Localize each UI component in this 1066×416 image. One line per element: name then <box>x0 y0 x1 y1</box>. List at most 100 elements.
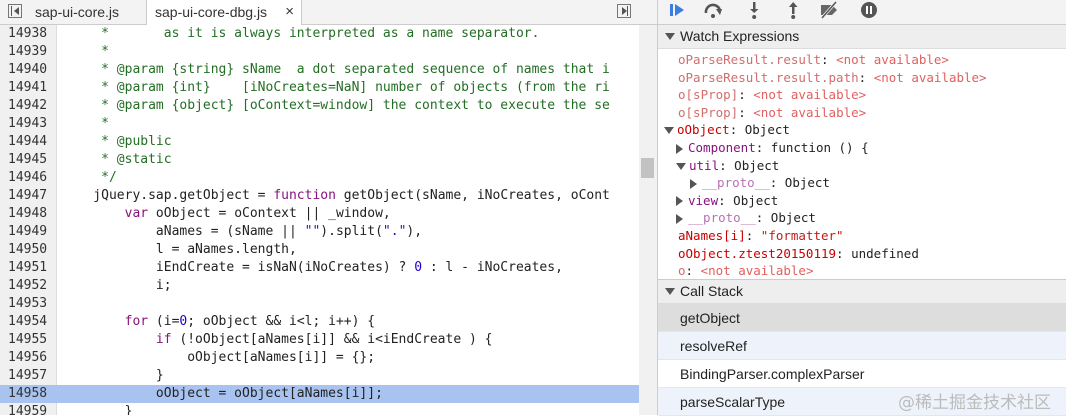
line-number[interactable]: 14941 <box>0 79 52 97</box>
watch-expression-name: __proto__ <box>688 210 756 226</box>
code-text: * @param {int} [iNoCreates=NaN] number o… <box>62 80 610 95</box>
watch-expression-row[interactable]: __proto__: Object <box>690 174 830 192</box>
code-area[interactable]: 14938 * as it is always interpreted as a… <box>0 25 657 415</box>
watch-expression-row[interactable]: o[sProp]: <not available> <box>678 104 866 122</box>
expand-triangle-icon[interactable] <box>676 196 683 207</box>
watch-expression-name: Component <box>688 140 756 155</box>
line-number[interactable]: 14951 <box>0 259 52 277</box>
code-line[interactable]: 14942 * @param {object} [oContext=window… <box>0 97 640 115</box>
code-line[interactable]: 14945 * @static <box>0 151 640 169</box>
separator: : <box>738 87 754 103</box>
separator: : <box>729 122 745 138</box>
line-number[interactable]: 14945 <box>0 151 52 169</box>
watch-expression-name: util <box>689 157 720 173</box>
code-line[interactable]: 14944 * @public <box>0 133 640 151</box>
watch-expression-value: function () { <box>770 140 869 155</box>
code-line[interactable]: 14946 */ <box>0 169 640 187</box>
pause-on-exceptions-icon[interactable] <box>858 0 880 22</box>
section-title: Watch Expressions <box>680 28 800 44</box>
toggle-debugger-icon[interactable] <box>617 4 631 18</box>
watch-expression-value: Object <box>744 122 790 138</box>
separator: : <box>718 192 734 208</box>
expand-triangle-icon[interactable] <box>690 178 697 189</box>
line-number[interactable]: 14954 <box>0 313 52 331</box>
line-number[interactable]: 14946 <box>0 169 52 187</box>
call-stack-header[interactable]: Call Stack <box>658 279 1066 304</box>
code-text: jQuery.sap.getObject = function getObjec… <box>62 188 610 203</box>
line-number[interactable]: 14956 <box>0 349 52 367</box>
line-number[interactable]: 14950 <box>0 241 52 259</box>
resume-icon[interactable] <box>666 0 688 22</box>
watch-expression-row[interactable]: util: Object <box>676 157 779 175</box>
code-line[interactable]: 14949 aNames = (sName || "").split("."), <box>0 223 640 241</box>
line-number[interactable]: 14947 <box>0 187 52 205</box>
watch-expressions-header[interactable]: Watch Expressions <box>658 24 1066 49</box>
watch-expression-row[interactable]: oObject: Object <box>664 121 790 139</box>
code-line[interactable]: 14940 * @param {string} sName a dot sepa… <box>0 61 640 79</box>
code-line[interactable]: 14947 jQuery.sap.getObject = function ge… <box>0 187 640 205</box>
code-line[interactable]: 14941 * @param {int} [iNoCreates=NaN] nu… <box>0 79 640 97</box>
expand-triangle-icon[interactable] <box>676 213 683 224</box>
watch-expression-row[interactable]: __proto__: Object <box>676 209 816 227</box>
editor-scrollbar[interactable] <box>639 25 657 415</box>
line-number[interactable]: 14943 <box>0 115 52 133</box>
call-frame[interactable]: BindingParser.complexParser <box>658 360 1066 388</box>
code-text: */ <box>62 170 117 185</box>
paused-code-line[interactable]: 14958 oObject = oObject[aNames[i]]; <box>0 385 640 403</box>
step-into-icon[interactable] <box>743 0 765 22</box>
collapse-triangle-icon[interactable] <box>676 162 686 170</box>
code-line[interactable]: 14948 var oObject = oContext || _window, <box>0 205 640 223</box>
watch-expression-row[interactable]: Component: function () { <box>676 139 869 157</box>
collapse-triangle-icon[interactable] <box>664 127 674 135</box>
tab-sap-ui-core[interactable]: sap-ui-core.js <box>27 0 145 24</box>
watch-expression-value: "formatter" <box>760 228 844 243</box>
line-number[interactable]: 14959 <box>0 403 52 415</box>
line-number[interactable]: 14942 <box>0 97 52 115</box>
watch-expression-row[interactable]: o[sProp]: <not available> <box>678 86 866 104</box>
toggle-navigator-icon[interactable] <box>8 4 22 18</box>
code-line[interactable]: 14943 * <box>0 115 640 133</box>
line-number[interactable]: 14958 <box>0 385 52 403</box>
code-line[interactable]: 14957 } <box>0 367 640 385</box>
watch-expression-name: o[sProp] <box>678 87 739 103</box>
code-line[interactable]: 14959 } <box>0 403 640 415</box>
code-text: for (i=0; oObject && i<l; i++) { <box>124 314 376 329</box>
step-over-icon[interactable] <box>702 0 724 22</box>
deactivate-breakpoints-icon[interactable] <box>818 0 840 22</box>
tab-sap-ui-core-dbg[interactable]: sap-ui-core-dbg.js × <box>146 0 302 25</box>
code-line[interactable]: 14952 i; <box>0 277 640 295</box>
watch-expression-row[interactable]: oParseResult.result.path: <not available… <box>678 69 987 87</box>
call-frame[interactable]: resolveRef <box>658 332 1066 360</box>
watch-expression-row[interactable]: oObject.ztest20150119: undefined <box>678 245 919 263</box>
line-number[interactable]: 14940 <box>0 61 52 79</box>
close-tab-icon[interactable]: × <box>285 0 294 24</box>
editor-scrollbar-thumb[interactable] <box>641 158 654 178</box>
code-line[interactable]: 14956 oObject[aNames[i]] = {}; <box>0 349 640 367</box>
separator: : <box>755 210 771 226</box>
watch-expression-row[interactable]: aNames[i]: "formatter" <box>678 227 844 245</box>
line-number[interactable]: 14949 <box>0 223 52 241</box>
code-line[interactable]: 14950 l = aNames.length, <box>0 241 640 259</box>
line-number[interactable]: 14944 <box>0 133 52 151</box>
code-text: l = aNames.length, <box>62 242 297 257</box>
line-number[interactable]: 14948 <box>0 205 52 223</box>
watch-expression-row[interactable]: oParseResult.result: <not available> <box>678 51 949 69</box>
line-number[interactable]: 14938 <box>0 25 52 43</box>
step-out-icon[interactable] <box>782 0 804 22</box>
watch-expression-row[interactable]: o: <not available> <box>678 262 813 280</box>
line-number[interactable]: 14955 <box>0 331 52 349</box>
watch-expression-row[interactable]: view: Object <box>676 192 778 210</box>
call-frame[interactable]: getObject <box>658 304 1066 332</box>
editor-tab-bar: sap-ui-core.js sap-ui-core-dbg.js × <box>0 0 657 25</box>
expand-triangle-icon[interactable] <box>676 143 683 154</box>
line-number[interactable]: 14939 <box>0 43 52 61</box>
code-line[interactable]: 14951 iEndCreate = isNaN(iNoCreates) ? 0… <box>0 259 640 277</box>
code-line[interactable]: 14953 <box>0 295 640 313</box>
code-line[interactable]: 14938 * as it is always interpreted as a… <box>0 25 640 43</box>
line-number[interactable]: 14953 <box>0 295 52 313</box>
line-number[interactable]: 14952 <box>0 277 52 295</box>
code-line[interactable]: 14954 for (i=0; oObject && i<l; i++) { <box>0 313 640 331</box>
code-line[interactable]: 14955 if (!oObject[aNames[i]] && i<iEndC… <box>0 331 640 349</box>
code-line[interactable]: 14939 * <box>0 43 640 61</box>
line-number[interactable]: 14957 <box>0 367 52 385</box>
